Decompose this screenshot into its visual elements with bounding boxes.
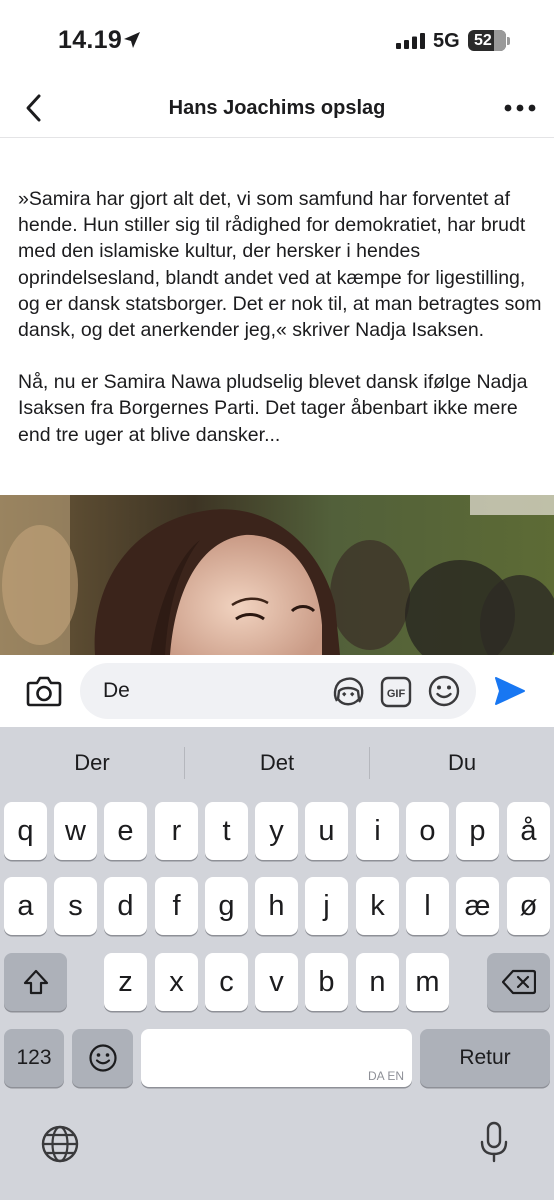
battery-icon: 52 xyxy=(468,30,506,51)
camera-icon[interactable] xyxy=(25,674,63,708)
key-n[interactable]: n xyxy=(356,953,399,1011)
globe-icon[interactable] xyxy=(40,1124,80,1164)
network-type: 5G xyxy=(433,30,460,52)
key-b[interactable]: b xyxy=(305,953,348,1011)
key-k[interactable]: k xyxy=(356,877,399,935)
key-g[interactable]: g xyxy=(205,877,248,935)
comment-composer: De GIF xyxy=(0,655,554,727)
key-d[interactable]: d xyxy=(104,877,147,935)
page-title: Hans Joachims opslag xyxy=(168,97,386,119)
key-m[interactable]: m xyxy=(406,953,449,1011)
key-c[interactable]: c xyxy=(205,953,248,1011)
key-l[interactable]: l xyxy=(406,877,449,935)
key-j[interactable]: j xyxy=(305,877,348,935)
more-options-icon[interactable] xyxy=(504,102,536,114)
keyboard-suggestions: Der Det Du xyxy=(0,727,554,799)
key-t[interactable]: t xyxy=(205,802,248,860)
key-aa[interactable]: å xyxy=(507,802,550,860)
key-r[interactable]: r xyxy=(155,802,198,860)
microphone-icon[interactable] xyxy=(479,1120,509,1164)
gif-icon[interactable]: GIF xyxy=(380,676,412,708)
key-w[interactable]: w xyxy=(54,802,97,860)
key-u[interactable]: u xyxy=(305,802,348,860)
shift-key[interactable] xyxy=(4,953,67,1011)
post-paragraph: »Samira har gjort alt det, vi som samfun… xyxy=(18,188,542,342)
shift-icon xyxy=(23,969,48,995)
post-paragraph: Nå, nu er Samira Nawa pludselig blevet d… xyxy=(18,371,528,446)
key-a[interactable]: a xyxy=(4,877,47,935)
suggestion-item[interactable]: Det xyxy=(185,727,369,799)
key-h[interactable]: h xyxy=(255,877,298,935)
nav-bar: Hans Joachims opslag xyxy=(0,84,554,138)
space-key[interactable]: DA EN xyxy=(141,1029,412,1087)
keyboard: Der Det Du q w e r t y u i o p å a s d f… xyxy=(0,727,554,1200)
status-bar: 14.19 5G 52 xyxy=(0,0,554,84)
key-s[interactable]: s xyxy=(54,877,97,935)
emoji-icon[interactable] xyxy=(427,674,461,708)
key-f[interactable]: f xyxy=(155,877,198,935)
suggestion-item[interactable]: Du xyxy=(370,727,554,799)
signal-icon xyxy=(396,33,425,49)
backspace-icon xyxy=(501,969,536,995)
send-icon[interactable] xyxy=(493,674,527,708)
post-image[interactable] xyxy=(0,495,554,655)
avatar-sticker-icon[interactable] xyxy=(331,675,365,709)
return-key[interactable]: Retur xyxy=(420,1029,550,1087)
location-arrow-icon xyxy=(124,32,140,48)
svg-text:GIF: GIF xyxy=(387,688,406,700)
key-x[interactable]: x xyxy=(155,953,198,1011)
key-y[interactable]: y xyxy=(255,802,298,860)
key-oe[interactable]: ø xyxy=(507,877,550,935)
comment-input[interactable]: De GIF xyxy=(80,663,476,719)
key-p[interactable]: p xyxy=(456,802,499,860)
key-e[interactable]: e xyxy=(104,802,147,860)
key-o[interactable]: o xyxy=(406,802,449,860)
delete-key[interactable] xyxy=(487,953,550,1011)
post-body: »Samira har gjort alt det, vi som samfun… xyxy=(18,186,543,474)
key-v[interactable]: v xyxy=(255,953,298,1011)
comment-input-value: De xyxy=(103,679,130,702)
key-i[interactable]: i xyxy=(356,802,399,860)
key-z[interactable]: z xyxy=(104,953,147,1011)
key-ae[interactable]: æ xyxy=(456,877,499,935)
emoji-key[interactable] xyxy=(72,1029,133,1087)
battery-level: 52 xyxy=(474,32,492,49)
key-q[interactable]: q xyxy=(4,802,47,860)
suggestion-item[interactable]: Der xyxy=(0,727,184,799)
keyboard-languages: DA EN xyxy=(367,1069,404,1083)
emoji-keyboard-icon xyxy=(88,1044,117,1072)
numbers-key[interactable]: 123 xyxy=(4,1029,64,1087)
status-time: 14.19 xyxy=(58,26,123,54)
